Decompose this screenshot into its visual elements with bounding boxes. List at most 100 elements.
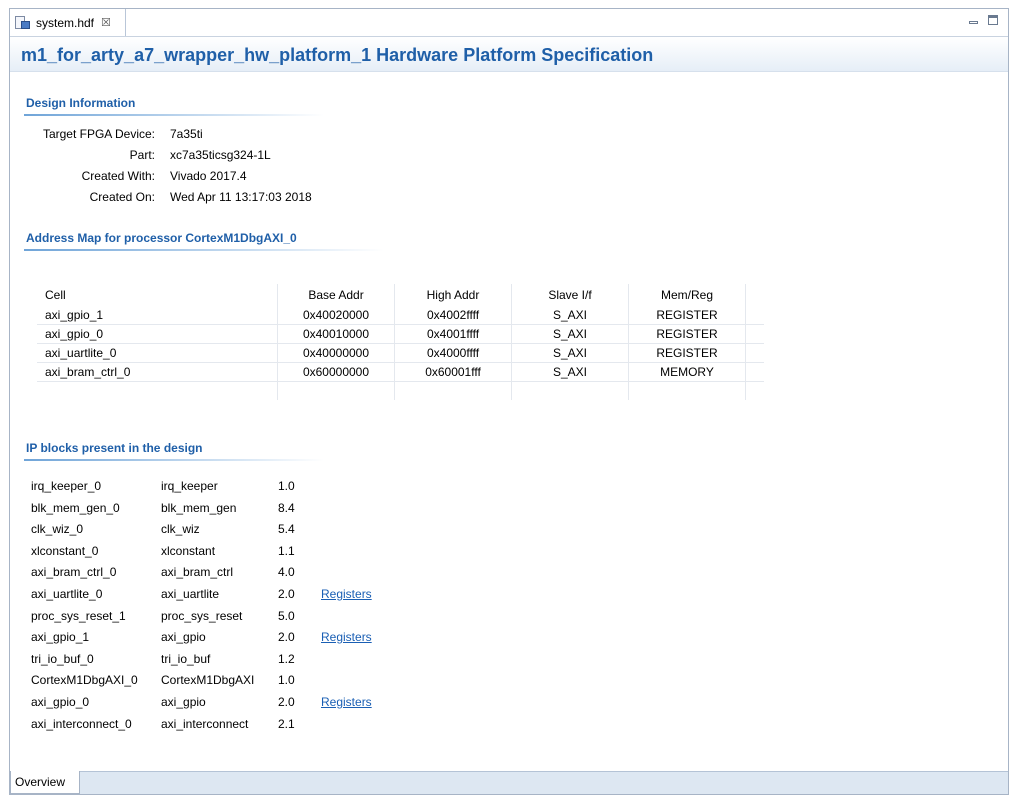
address-map-heading: Address Map for processor CortexM1DbgAXI… [26, 231, 297, 245]
address-map-table: Cell Base Addr High Addr Slave I/f Mem/R… [37, 284, 764, 400]
ip-version: 2.0 [278, 694, 295, 709]
table-cell: axi_gpio_1 [37, 306, 278, 325]
ip-instance-name: axi_bram_ctrl_0 [31, 565, 117, 580]
table-cell: S_AXI [511, 324, 629, 344]
ip-type: xlconstant [161, 543, 216, 558]
ip-version: 1.2 [278, 651, 295, 666]
ip-version: 1.0 [278, 673, 295, 688]
table-cell [746, 382, 765, 401]
ip-type: CortexM1DbgAXI [161, 673, 255, 688]
registers-link-axi-uartlite-0[interactable]: Registers [321, 587, 372, 601]
table-cell [745, 306, 764, 325]
address-map-rule [24, 249, 384, 251]
ip-version: 5.4 [278, 522, 295, 537]
table-cell: 0x4002ffff [394, 306, 512, 325]
editor-tab-system-hdf[interactable]: system.hdf ☒ [10, 9, 126, 36]
ip-version: 4.0 [278, 565, 295, 580]
design-info-value: 7a35ti [170, 127, 203, 141]
design-info-rule [24, 114, 324, 116]
tab-overview[interactable]: Overview [10, 771, 80, 794]
table-row[interactable]: axi_gpio_1 0x40020000 0x4002ffff S_AXI R… [37, 306, 764, 325]
editor-tab-label: system.hdf [36, 15, 95, 30]
registers-link-axi-gpio-1[interactable]: Registers [321, 630, 372, 644]
table-cell: axi_uartlite_0 [37, 343, 278, 363]
ip-type: blk_mem_gen [161, 500, 237, 515]
design-info-value: Vivado 2017.4 [170, 169, 247, 183]
table-cell: S_AXI [511, 362, 629, 382]
table-row-empty [37, 381, 765, 401]
table-cell: axi_gpio_0 [37, 324, 278, 344]
column-header-base-addr[interactable]: Base Addr [277, 284, 395, 306]
table-cell: 0x40020000 [277, 306, 395, 325]
ip-version: 1.0 [278, 479, 295, 493]
table-cell: S_AXI [511, 306, 629, 325]
ip-instance-name: clk_wiz_0 [31, 522, 84, 537]
design-info-label: Part: [129, 148, 155, 162]
ip-type: proc_sys_reset [161, 608, 243, 623]
column-header-mem-reg[interactable]: Mem/Reg [628, 284, 746, 306]
ip-type: clk_wiz [161, 522, 200, 537]
design-info-label: Target FPGA Device: [42, 127, 155, 141]
table-cell: S_AXI [511, 343, 629, 363]
maximize-icon[interactable] [986, 15, 1000, 27]
ip-instance-name: tri_io_buf_0 [31, 651, 94, 666]
close-tab-icon[interactable]: ☒ [101, 16, 111, 29]
bottom-tab-bar: Overview [10, 771, 1008, 794]
ip-type: axi_uartlite [161, 586, 220, 601]
ip-type: irq_keeper [161, 479, 218, 493]
ip-instance-name: xlconstant_0 [31, 543, 99, 558]
ip-type: axi_gpio [161, 694, 206, 709]
ip-instance-name: proc_sys_reset_1 [31, 608, 126, 623]
column-header-high-addr[interactable]: High Addr [394, 284, 512, 306]
table-cell [511, 381, 629, 400]
column-header-filler [746, 284, 765, 306]
editor-tab-strip: system.hdf ☒ [10, 9, 1008, 37]
table-cell: 0x40010000 [277, 324, 395, 344]
minimize-icon[interactable] [966, 15, 980, 27]
ip-instance-name: blk_mem_gen_0 [31, 500, 120, 515]
table-cell [394, 381, 512, 400]
ip-type: axi_gpio [161, 630, 206, 645]
table-cell: 0x60001fff [394, 362, 512, 382]
table-cell: axi_bram_ctrl_0 [37, 362, 278, 382]
table-cell: 0x4001ffff [394, 324, 512, 344]
table-cell [277, 381, 395, 400]
table-cell [745, 362, 764, 382]
table-cell [745, 324, 764, 344]
table-cell [37, 381, 278, 400]
table-cell: 0x4000ffff [394, 343, 512, 363]
ip-version: 1.1 [278, 543, 295, 558]
registers-link-axi-gpio-0[interactable]: Registers [321, 695, 372, 709]
table-cell [628, 381, 746, 400]
design-info-value: Wed Apr 11 13:17:03 2018 [170, 190, 312, 204]
ip-version: 8.4 [278, 500, 295, 515]
ip-version: 5.0 [278, 608, 295, 623]
ip-type: axi_bram_ctrl [161, 565, 234, 580]
table-cell: MEMORY [628, 362, 746, 382]
table-row[interactable]: axi_gpio_0 0x40010000 0x4001ffff S_AXI R… [37, 324, 764, 344]
hardware-file-icon [15, 15, 31, 30]
ip-version: 2.0 [278, 586, 295, 601]
table-cell: REGISTER [628, 324, 746, 344]
ip-blocks-rule [24, 459, 324, 461]
column-header-cell[interactable]: Cell [37, 284, 278, 306]
table-cell: 0x40000000 [277, 343, 395, 363]
ip-blocks-heading: IP blocks present in the design [26, 441, 203, 455]
table-row[interactable]: axi_bram_ctrl_0 0x60000000 0x60001fff S_… [37, 362, 764, 382]
table-row[interactable]: axi_uartlite_0 0x40000000 0x4000ffff S_A… [37, 343, 764, 363]
ip-instance-name: axi_uartlite_0 [31, 586, 103, 601]
ip-instance-name: axi_gpio_1 [31, 630, 90, 645]
column-header-slave-if[interactable]: Slave I/f [511, 284, 629, 306]
ip-version: 2.1 [278, 716, 295, 731]
design-info-heading: Design Information [26, 96, 136, 110]
table-cell: 0x60000000 [277, 362, 395, 382]
ip-type: axi_interconnect [161, 716, 249, 731]
table-cell [745, 343, 764, 363]
page-title-bar: m1_for_arty_a7_wrapper_hw_platform_1 Har… [10, 37, 1008, 72]
editor-frame: system.hdf ☒ m1_for_arty_a7_wrapper_hw_p… [9, 8, 1009, 795]
design-info-label: Created With: [81, 169, 155, 183]
ip-instance-name: CortexM1DbgAXI_0 [31, 673, 138, 688]
table-cell: REGISTER [628, 306, 746, 325]
ip-instance-name: irq_keeper_0 [31, 479, 102, 493]
tab-overview-label: Overview [15, 775, 66, 789]
